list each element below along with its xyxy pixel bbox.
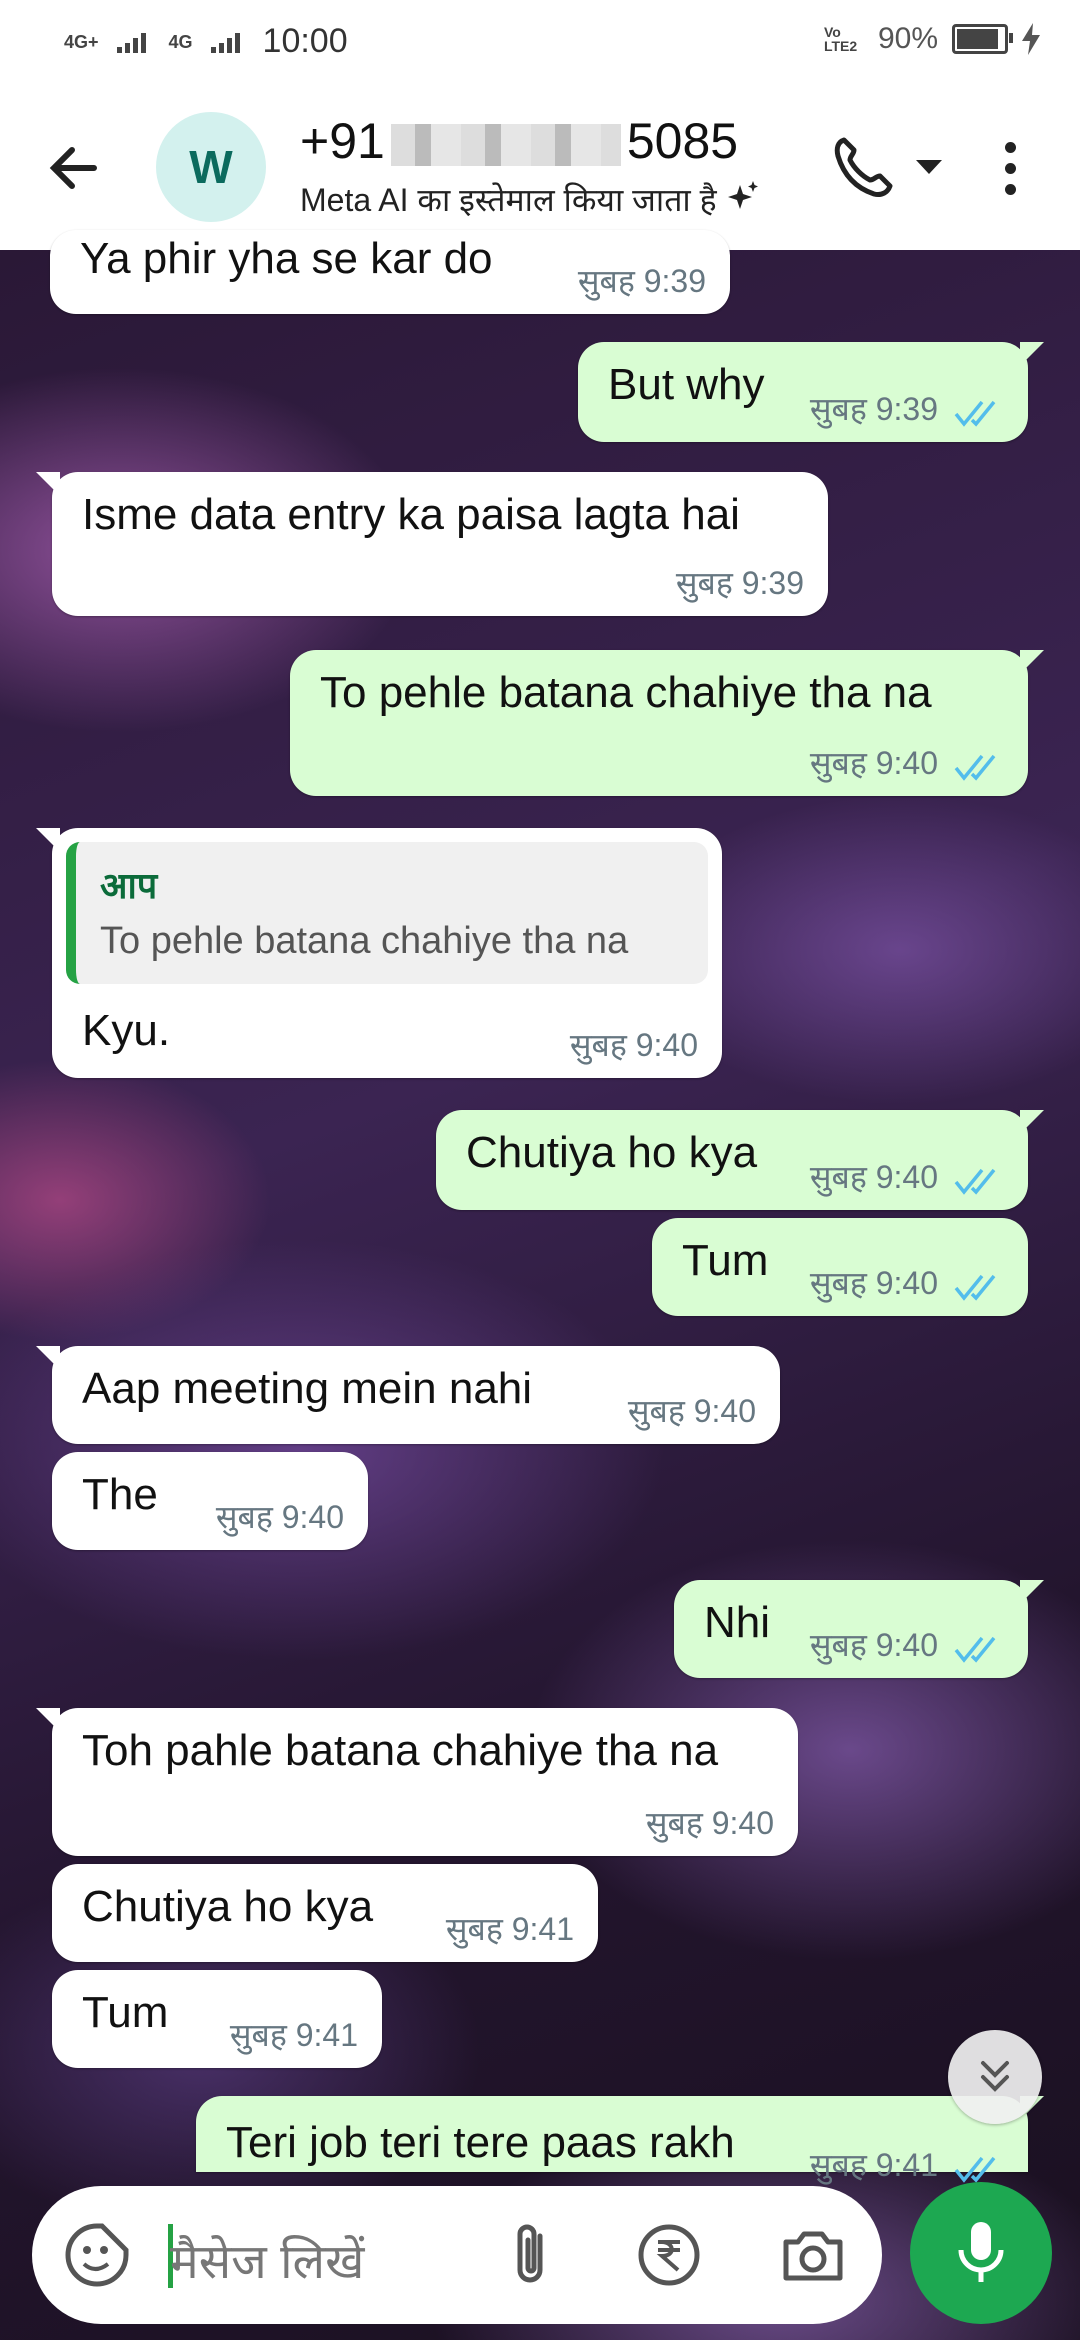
avatar[interactable]: W [156,112,266,222]
message-time: सुबह 9:39 [577,263,706,299]
message-time: सुबह 9:40 [809,1627,938,1663]
message-bubble-incoming[interactable]: The सुबह 9:40 [52,1452,368,1550]
message-time: सुबह 9:41 [809,2147,938,2183]
message-bubble-incoming[interactable]: Ya phir yha se kar do सुबह 9:39 [50,230,730,314]
message-time: सुबह 9:41 [445,1911,574,1947]
quoted-message[interactable]: आप To pehle batana chahiye tha na [66,842,708,984]
double-tick-icon [954,1274,996,1301]
meta-ai-sparkle-icon [727,181,758,209]
message-time: सुबह 9:40 [627,1393,756,1429]
network-2-label: 4G [168,31,193,52]
double-chevron-down-icon [981,2061,1009,2092]
message-time: सुबह 9:39 [675,565,804,601]
clock: 10:00 [262,22,348,60]
message-time: सुबह 9:40 [645,1805,774,1841]
message-bubble-outgoing[interactable]: Tum सुबह 9:40 [652,1218,1028,1316]
message-text: But why [608,360,765,409]
message-time: सुबह 9:40 [809,1159,938,1195]
message-text: Tum [82,1988,169,2037]
battery-icon [952,24,1013,54]
more-options-icon[interactable] [1000,142,1020,202]
redacted-number-mask [390,123,621,166]
message-text: Chutiya ho kya [466,1128,758,1177]
message-text: Teri job teri tere paas rakh [226,2118,735,2167]
message-bubble-outgoing[interactable]: Nhi सुबह 9:40 [674,1580,1044,1678]
message-input-bar[interactable]: मैसेज लिखें [32,2186,882,2324]
call-icon[interactable] [828,132,898,202]
message-text: The [82,1470,158,1519]
message-bubble-incoming[interactable]: Toh pahle batana chahiye tha na सुबह 9:4… [36,1708,798,1856]
message-bubble-incoming-reply[interactable]: आप To pehle batana chahiye tha na Kyu. स… [36,828,722,1078]
volte-label: Vo LTE2 [823,24,858,54]
rupee-payment-icon[interactable] [636,2222,702,2288]
message-bubble-incoming[interactable]: Aap meeting mein nahi सुबह 9:40 [36,1346,780,1444]
message-bubble-incoming[interactable]: Isme data entry ka paisa lagta hai सुबह … [36,472,828,616]
quoted-sender: आप [100,865,158,906]
battery-percent: 90% [877,22,938,55]
message-text: Ya phir yha se kar do [80,234,493,283]
emoji-sticker-icon[interactable] [62,2220,132,2290]
chat-header: W +91 5085 Meta AI का इस्तेमाल किया जाता … [0,90,1080,250]
message-text: Isme data entry ka paisa lagta hai [82,490,740,539]
message-input[interactable]: मैसेज लिखें [170,2228,364,2293]
message-text: Tum [682,1236,769,1285]
message-bubble-outgoing[interactable]: But why सुबह 9:39 [578,342,1044,442]
message-bubble-incoming[interactable]: Chutiya ho kya सुबह 9:41 [52,1864,598,1962]
double-tick-icon [954,754,996,781]
message-text: Chutiya ho kya [82,1882,374,1931]
battery-level [957,29,999,49]
double-tick-icon [954,2156,996,2183]
message-text: Kyu. [82,1006,171,1055]
contact-suffix: 5085 [626,113,739,169]
contact-subtitle: Meta AI का इस्तेमाल किया जाता है [300,178,760,221]
message-text: Nhi [704,1598,771,1647]
meta-ai-note: Meta AI का इस्तेमाल किया जाता है [300,182,717,218]
call-dropdown-icon[interactable] [916,160,942,174]
charging-icon [1022,23,1040,55]
message-time: सुबह 9:40 [809,1265,938,1301]
message-time: सुबह 9:40 [569,1027,698,1063]
camera-icon[interactable] [780,2222,846,2288]
scroll-down-icon[interactable] [948,2030,1042,2124]
message-text: To pehle batana chahiye tha na [320,668,932,717]
message-bubble-outgoing[interactable]: To pehle batana chahiye tha na सुबह 9:40 [290,650,1044,796]
message-time: सुबह 9:40 [809,745,938,781]
back-arrow-icon[interactable] [44,138,104,198]
message-bubble-outgoing[interactable]: Chutiya ho kya सुबह 9:40 [436,1110,1044,1210]
network-1-label: 4G+ [64,31,99,52]
signal-2-icon [210,31,245,53]
signal-1-icon [116,31,151,53]
message-bubble-outgoing[interactable]: Teri job teri tere paas rakh सुबह 9:41 [196,2096,1044,2183]
message-text: Aap meeting mein nahi [82,1364,533,1413]
quoted-text: To pehle batana chahiye tha na [100,920,629,962]
message-time: सुबह 9:41 [229,2017,358,2053]
contact-name[interactable]: +91 5085 [300,112,738,170]
message-bubble-incoming[interactable]: Tum सुबह 9:41 [52,1970,382,2068]
message-text: Toh pahle batana chahiye tha na [82,1726,719,1775]
message-time: सुबह 9:39 [809,391,938,427]
attach-icon[interactable] [502,2220,562,2290]
contact-prefix: +91 [300,113,385,169]
double-tick-icon [954,400,996,427]
message-time: सुबह 9:40 [215,1499,344,1535]
mic-icon [958,2222,1004,2282]
double-tick-icon [954,1168,996,1195]
mic-button[interactable] [910,2182,1052,2324]
status-bar: 4G+ 4G 10:00 Vo LTE2 90% [0,0,1080,90]
double-tick-icon [954,1636,996,1663]
